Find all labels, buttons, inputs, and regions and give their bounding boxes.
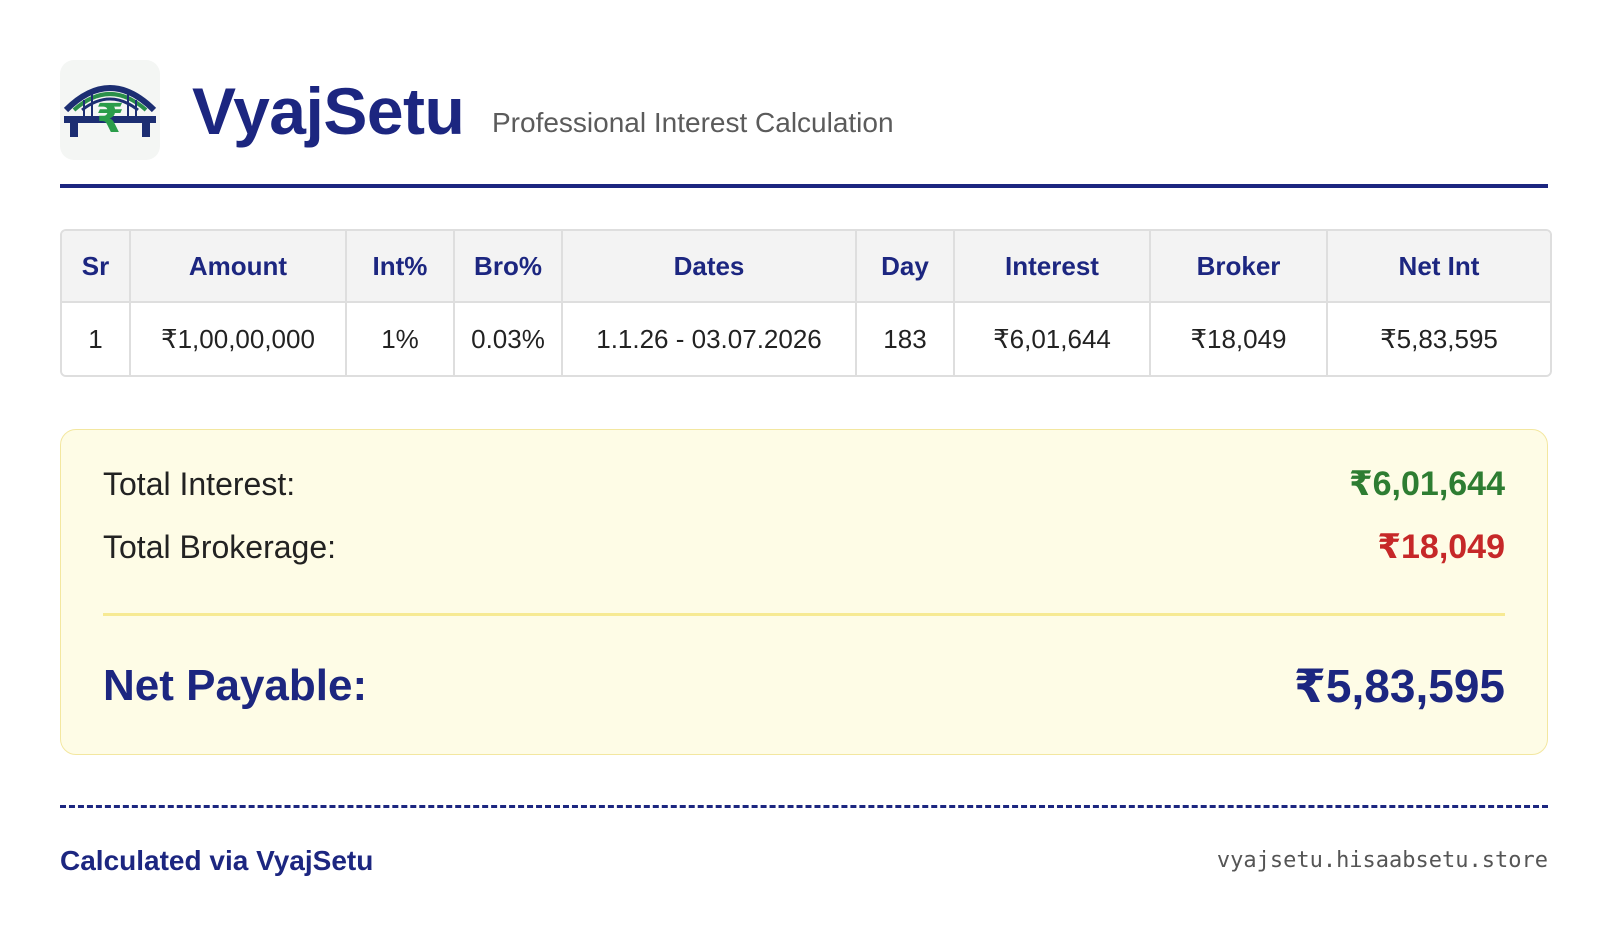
summary-divider — [103, 613, 1505, 616]
col-header-dates: Dates — [562, 231, 857, 303]
total-interest-row: Total Interest: ₹6,01,644 — [103, 464, 1505, 504]
col-header-day: Day — [856, 231, 955, 303]
cell-bro-percent: 0.03% — [454, 302, 563, 375]
col-header-interest: Interest — [954, 231, 1151, 303]
cell-interest: ₹6,01,644 — [954, 302, 1151, 375]
col-header-amount: Amount — [130, 231, 347, 303]
interest-table: Sr Amount Int% Bro% Dates Day Interest B… — [60, 229, 1552, 377]
bridge-rupee-icon: ₹ — [60, 60, 160, 160]
total-brokerage-row: Total Brokerage: ₹18,049 — [103, 527, 1505, 567]
col-header-broker: Broker — [1150, 231, 1328, 303]
table-row: 1 ₹1,00,00,000 1% 0.03% 1.1.26 - 03.07.2… — [62, 302, 1550, 375]
cell-broker: ₹18,049 — [1150, 302, 1328, 375]
cell-dates: 1.1.26 - 03.07.2026 — [562, 302, 857, 375]
cell-day: 183 — [856, 302, 955, 375]
cell-net-int: ₹5,83,595 — [1327, 302, 1550, 375]
footer-divider — [60, 805, 1548, 808]
col-header-sr: Sr — [62, 231, 131, 303]
net-payable-label: Net Payable: — [103, 661, 368, 710]
header: ₹ VyajSetu Professional Interest Calcula… — [60, 60, 1548, 160]
total-brokerage-value: ₹18,049 — [1377, 528, 1505, 566]
cell-amount: ₹1,00,00,000 — [130, 302, 347, 375]
col-header-net-int: Net Int — [1327, 231, 1550, 303]
brand-tagline: Professional Interest Calculation — [492, 107, 894, 138]
cell-sr: 1 — [62, 302, 131, 375]
total-interest-label: Total Interest: — [103, 466, 296, 502]
table-header-row: Sr Amount Int% Bro% Dates Day Interest B… — [62, 231, 1550, 303]
svg-text:₹: ₹ — [96, 96, 124, 142]
brand-title: VyajSetu — [192, 74, 465, 148]
col-header-int-percent: Int% — [346, 231, 455, 303]
cell-int-percent: 1% — [346, 302, 455, 375]
summary-box: Total Interest: ₹6,01,644 Total Brokerag… — [60, 429, 1548, 755]
footer-url[interactable]: vyajsetu.hisaabsetu.store — [1217, 846, 1548, 876]
total-interest-value: ₹6,01,644 — [1348, 465, 1505, 503]
net-payable-value: ₹5,83,595 — [1293, 660, 1505, 712]
total-brokerage-label: Total Brokerage: — [103, 529, 337, 565]
header-divider — [60, 184, 1548, 188]
col-header-bro-percent: Bro% — [454, 231, 563, 303]
footer-credit: Calculated via VyajSetu — [60, 845, 374, 876]
